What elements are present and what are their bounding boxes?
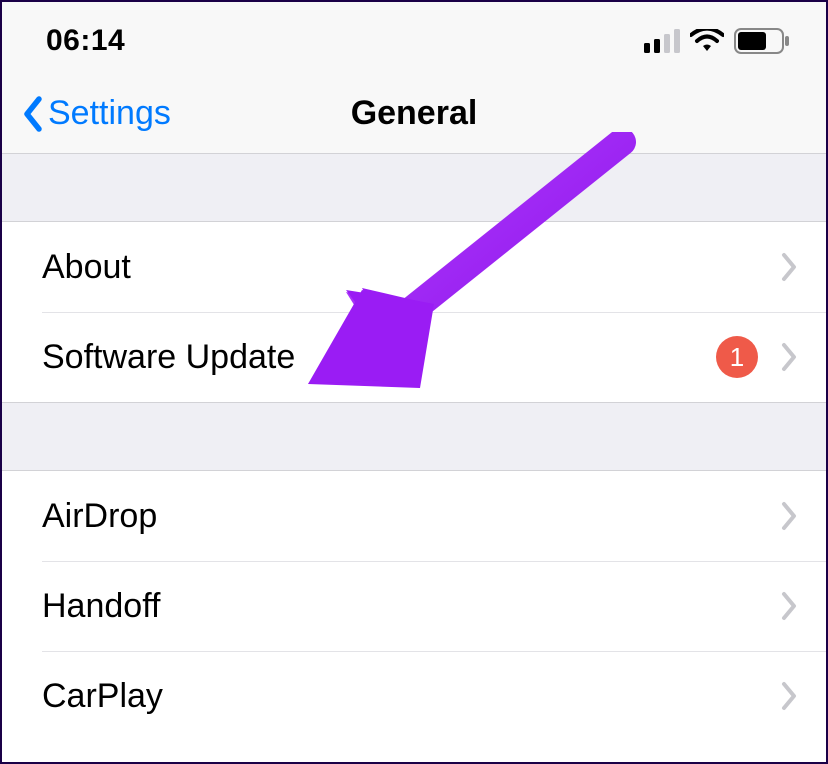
chevron-right-icon bbox=[780, 341, 798, 373]
airdrop-row[interactable]: AirDrop bbox=[2, 471, 826, 561]
row-label: AirDrop bbox=[42, 497, 157, 536]
chevron-right-icon bbox=[780, 500, 798, 532]
settings-group-1: About Software Update 1 bbox=[2, 222, 826, 403]
battery-icon bbox=[734, 28, 790, 54]
chevron-left-icon bbox=[22, 96, 44, 132]
nav-bar: Settings General bbox=[2, 74, 826, 154]
row-label: CarPlay bbox=[42, 677, 163, 716]
back-label: Settings bbox=[48, 94, 171, 133]
status-time: 06:14 bbox=[46, 24, 125, 58]
page-title: General bbox=[351, 94, 478, 133]
section-spacer bbox=[2, 403, 826, 471]
notification-badge: 1 bbox=[716, 336, 758, 378]
status-bar: 06:14 bbox=[2, 2, 826, 74]
carplay-row[interactable]: CarPlay bbox=[2, 651, 826, 741]
row-label: About bbox=[42, 248, 131, 287]
back-button[interactable]: Settings bbox=[22, 94, 171, 133]
handoff-row[interactable]: Handoff bbox=[2, 561, 826, 651]
cellular-signal-icon bbox=[644, 29, 680, 53]
software-update-row[interactable]: Software Update 1 bbox=[2, 312, 826, 402]
section-spacer bbox=[2, 154, 826, 222]
chevron-right-icon bbox=[780, 251, 798, 283]
chevron-right-icon bbox=[780, 680, 798, 712]
settings-group-2: AirDrop Handoff CarPlay bbox=[2, 471, 826, 741]
wifi-icon bbox=[690, 29, 724, 53]
row-label: Software Update bbox=[42, 338, 295, 377]
status-indicators bbox=[644, 28, 790, 54]
about-row[interactable]: About bbox=[2, 222, 826, 312]
chevron-right-icon bbox=[780, 590, 798, 622]
row-label: Handoff bbox=[42, 587, 160, 626]
